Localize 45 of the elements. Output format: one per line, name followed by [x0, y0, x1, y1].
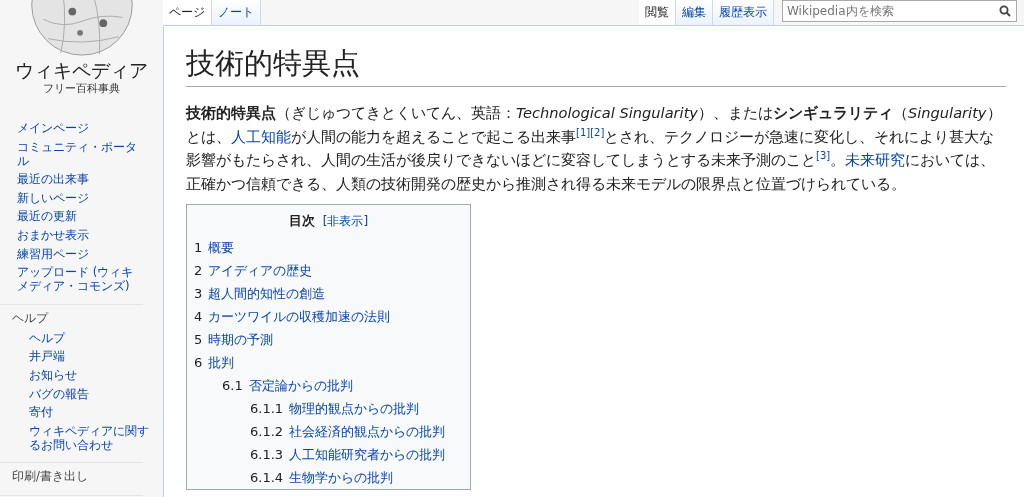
contents-item[interactable]: 3 超人間的知性の創造 [194, 282, 326, 305]
article-link[interactable]: 人工知能 [231, 127, 291, 145]
contents-item[interactable]: 6.1.1 物理的観点からの批判 [250, 397, 420, 420]
sidebar-link[interactable]: ウィキペディアに関するお問い合わせ [29, 423, 149, 452]
contents-item[interactable]: 2 アイディアの歴史 [194, 259, 313, 282]
reference-link[interactable]: [2] [590, 126, 605, 138]
tab[interactable]: 編集 [676, 0, 713, 25]
sidebar-link[interactable]: 井戸端 [29, 349, 149, 364]
search-icon[interactable] [999, 5, 1011, 17]
contents-item[interactable]: 6.1.4 生物学からの批判 [250, 466, 394, 489]
sidebar-link[interactable]: 練習用ページ [17, 246, 142, 261]
sidebar-link[interactable]: 最近の更新 [17, 209, 142, 224]
sidebar-link[interactable]: お知らせ [29, 367, 149, 382]
section-heading[interactable]: ヘルプ [12, 310, 48, 325]
sidebar-link[interactable]: メインページ [17, 121, 142, 135]
page-title: 技術的特異点 [186, 43, 1006, 87]
contents-item[interactable]: 6 批判 [194, 351, 235, 374]
contents-item[interactable]: 6.1.2 社会経済的観点からの批判 [250, 420, 446, 443]
reference-link[interactable]: [3] [816, 150, 831, 161]
tab[interactable]: 履歴表示 [713, 0, 774, 25]
contents-item[interactable]: 6.1.3 人工知能研究者からの批判 [250, 443, 446, 466]
sidebar-link[interactable]: バグの報告 [29, 386, 149, 401]
sidebar-link[interactable]: 寄付 [29, 405, 149, 420]
sidebar-link[interactable]: 新しいページ [17, 190, 142, 205]
hide-link[interactable]: [非表示] [322, 213, 369, 230]
reference-link[interactable]: [1] [576, 126, 591, 138]
sidebar-link[interactable]: 最近の出来事 [17, 172, 142, 187]
tab[interactable]: 閲覧 [639, 0, 676, 25]
sidebar-link[interactable]: アップロード (ウィキメディア・コモンズ) [17, 265, 142, 294]
contents-title: 目次 [288, 212, 315, 230]
tab[interactable]: ページ [163, 0, 212, 25]
intro-paragraph: 技術的特異点（ぎじゅつてきとくいてん、英語：Technological Singularity）、またはシンギュラリティ（Singularity）とは、人工知能が人間の能力を超えることで起こる出来事$^{[1]}$$^{[2]}$とされ、テクノロジーが急速に変化し、それにより甚大な影響がもたらされ、人間の生活が後戻りできないほどに変容してしまうとする未来予測のこと$^{[3]}$。未来研究においては、正確かつ信頼できる、人類の技術開発の歴史から推測され得る未来モデルの限界点と位置づけられている。 [186, 103, 1003, 194]
sidebar-link[interactable]: コミュニティ・ポータル [17, 139, 142, 168]
article-link[interactable]: 未来研究 [845, 151, 906, 168]
section-heading[interactable]: 印刷/書き出し [12, 469, 88, 484]
sidebar-link[interactable]: ヘルプ [29, 330, 149, 345]
contents-item[interactable]: 6.1 否定論からの批判 [222, 374, 353, 397]
site-name[interactable]: ウィキペディア [15, 58, 148, 82]
contents-item[interactable]: 4 カーツワイルの収穫加速の法則 [194, 305, 391, 328]
sidebar-link[interactable]: おまかせ表示 [17, 227, 142, 242]
site-tagline: フリー百科事典 [43, 82, 120, 96]
search-field[interactable]: Wikipedia内を検索 [782, 0, 1017, 22]
contents-item[interactable]: 1 概要 [194, 236, 235, 259]
contents-item[interactable]: 5 時期の予測 [194, 328, 274, 351]
tab[interactable]: ノート [212, 0, 261, 25]
